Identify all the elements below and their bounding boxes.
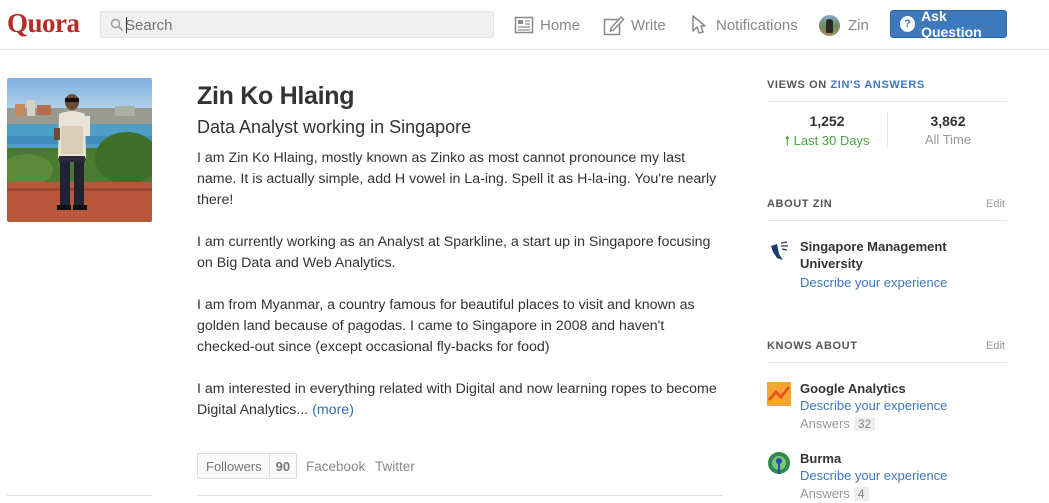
more-link[interactable]: (more) xyxy=(312,402,354,418)
top-nav-bar: Quora Home Write Notifications xyxy=(0,0,1049,50)
topic-answers-count: 4 xyxy=(853,486,869,501)
topic-answers[interactable]: Answers 4 xyxy=(800,486,869,501)
views-total-label: All Time xyxy=(924,132,972,147)
nav-home[interactable]: Home xyxy=(514,12,580,38)
profile-tagline[interactable]: Data Analyst working in Singapore xyxy=(197,117,471,138)
twitter-link[interactable]: Twitter xyxy=(375,459,415,474)
left-column-divider xyxy=(7,495,152,496)
education-describe-link[interactable]: Describe your experience xyxy=(800,275,947,290)
google-analytics-icon[interactable] xyxy=(767,382,791,406)
ask-question-button[interactable]: ? Ask Question xyxy=(890,8,1007,40)
bio-paragraph-last: I am interested in everything related wi… xyxy=(197,379,717,421)
text-cursor xyxy=(126,17,127,33)
views-all-time[interactable]: 3,862 All Time xyxy=(888,113,1008,147)
topic-describe-link[interactable]: Describe your experience xyxy=(800,398,947,413)
nav-notifications[interactable]: Notifications xyxy=(690,12,798,38)
views-recent-count: 1,252 xyxy=(809,113,845,129)
views-last-30-days[interactable]: 1,252 🠕 Last 30 Days xyxy=(767,113,887,154)
topic-name[interactable]: Google Analytics xyxy=(800,380,975,397)
knows-about-section-divider xyxy=(767,362,1007,363)
burma-peacock-icon[interactable] xyxy=(767,452,791,476)
search-icon xyxy=(110,18,124,32)
nav-user-profile[interactable]: Zin xyxy=(819,12,869,38)
home-feed-icon xyxy=(514,16,534,34)
search-box[interactable] xyxy=(100,11,494,38)
nav-home-label: Home xyxy=(540,16,581,34)
user-avatar xyxy=(819,14,840,36)
nav-write-label: Write xyxy=(631,16,666,34)
views-section-title: VIEWS ON ZIN'S ANSWERS xyxy=(767,79,925,91)
nav-user-label: Zin xyxy=(848,16,869,34)
followers-label: Followers xyxy=(198,454,270,478)
topic-describe-link[interactable]: Describe your experience xyxy=(800,468,947,483)
bio-paragraph: I am from Myanmar, a country famous for … xyxy=(197,297,695,355)
topic-answers[interactable]: Answers 32 xyxy=(800,416,876,431)
topic-answers-label: Answers xyxy=(800,486,850,501)
quora-logo[interactable]: Quora xyxy=(7,8,80,39)
about-section-title: ABOUT ZIN xyxy=(767,198,833,210)
about-edit-link[interactable]: Edit xyxy=(986,198,1005,210)
education-school[interactable]: Singapore Management University xyxy=(800,238,975,272)
bio-paragraph: I am Zin Ko Hlaing, mostly known as Zink… xyxy=(197,150,717,208)
up-arrow-icon: 🠕 xyxy=(784,133,791,148)
views-title-prefix: VIEWS ON xyxy=(767,79,831,91)
views-title-link[interactable]: ZIN'S ANSWERS xyxy=(830,79,924,91)
topic-answers-label: Answers xyxy=(800,416,850,431)
profile-name: Zin Ko Hlaing xyxy=(197,82,355,110)
profile-photo[interactable] xyxy=(7,78,152,222)
profile-bio: I am Zin Ko Hlaing, mostly known as Zink… xyxy=(197,148,717,442)
question-bubble-icon: ? xyxy=(900,16,916,32)
knows-about-section-title: KNOWS ABOUT xyxy=(767,340,858,352)
followers-button[interactable]: Followers 90 xyxy=(197,453,298,479)
views-section-divider xyxy=(767,101,1007,102)
followers-count: 90 xyxy=(275,458,291,474)
nav-notifications-label: Notifications xyxy=(716,16,798,34)
profile-photo-image xyxy=(7,78,152,222)
views-total-count: 3,862 xyxy=(930,113,966,129)
bio-paragraph-text: I am interested in everything related wi… xyxy=(197,381,717,418)
facebook-link[interactable]: Facebook xyxy=(306,459,365,474)
notifications-bell-icon xyxy=(692,15,706,34)
nav-write[interactable]: Write xyxy=(603,12,666,38)
topic-name[interactable]: Burma xyxy=(800,450,975,467)
university-crest-icon xyxy=(771,241,788,260)
search-input[interactable] xyxy=(125,15,485,35)
pencil-write-icon xyxy=(603,15,625,36)
knows-about-edit-link[interactable]: Edit xyxy=(986,340,1005,352)
ask-question-label: Ask Question xyxy=(921,8,982,40)
views-recent-label-row: 🠕 Last 30 Days xyxy=(767,132,887,154)
views-recent-label: Last 30 Days xyxy=(793,133,870,148)
bio-paragraph: I am currently working as an Analyst at … xyxy=(197,234,711,271)
about-section-divider xyxy=(767,220,1007,221)
topic-answers-count: 32 xyxy=(853,416,876,431)
main-column-divider xyxy=(197,495,722,496)
